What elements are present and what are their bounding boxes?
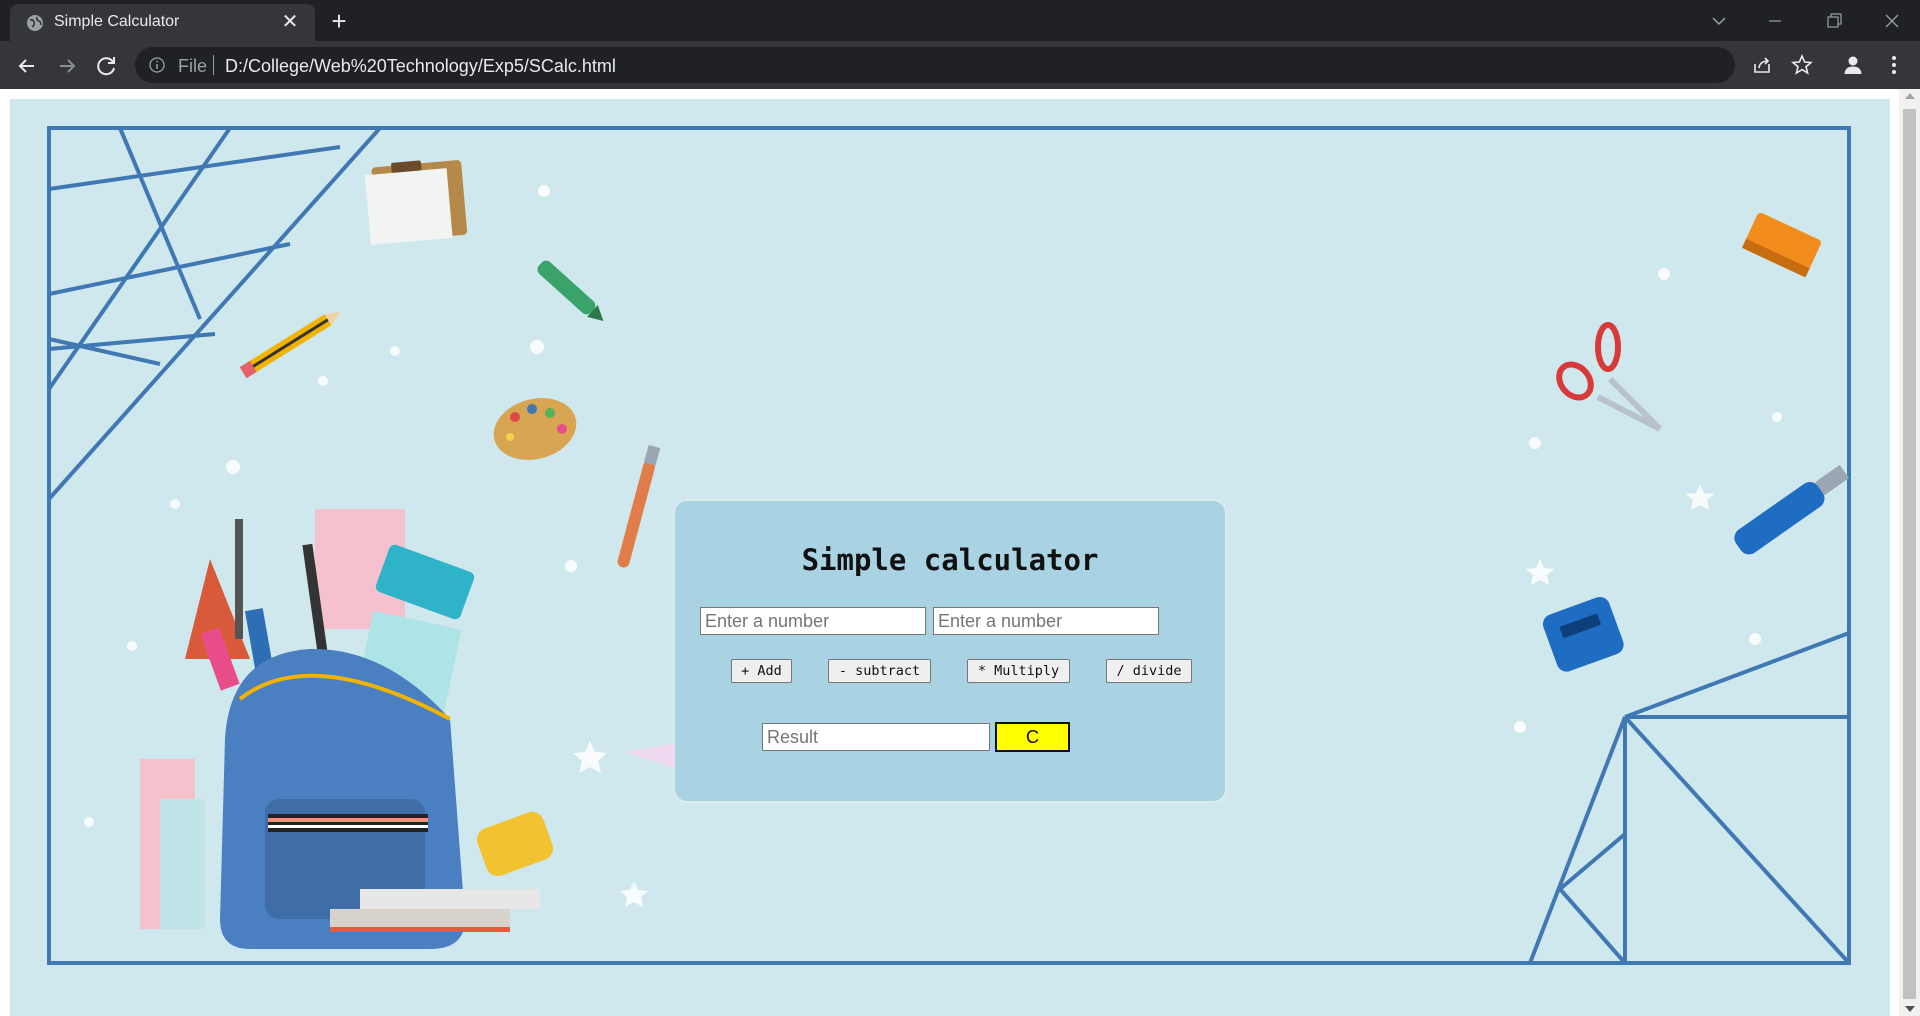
page-viewport: Simple calculator + Add - subtract * Mul…	[0, 89, 1920, 1016]
tab-title: Simple Calculator	[54, 13, 180, 30]
chevron-down-icon[interactable]	[1706, 8, 1732, 34]
marker-illustration	[537, 260, 604, 321]
restore-icon[interactable]	[1821, 8, 1847, 34]
address-bar[interactable]: File D:/College/Web%20Technology/Exp5/SC…	[135, 47, 1735, 83]
divide-button[interactable]: / divide	[1106, 659, 1192, 683]
sharpener-illustration	[1542, 596, 1624, 672]
calculator-card: Simple calculator + Add - subtract * Mul…	[675, 501, 1225, 801]
second-number-input[interactable]	[933, 607, 1159, 635]
browser-tab[interactable]: Simple Calculator ✕	[10, 4, 315, 41]
scrollbar-thumb[interactable]	[1903, 109, 1916, 999]
url-text[interactable]: D:/College/Web%20Technology/Exp5/SCalc.h…	[225, 56, 616, 77]
backpack-illustration	[140, 509, 554, 949]
kebab-menu-icon[interactable]	[1882, 53, 1906, 77]
profile-icon[interactable]	[1841, 53, 1865, 77]
subtract-button[interactable]: - subtract	[828, 659, 931, 683]
palette-illustration	[493, 398, 577, 460]
clipboard-illustration	[364, 160, 468, 245]
add-button[interactable]: + Add	[731, 659, 792, 683]
plus-icon[interactable]: +	[325, 8, 353, 36]
back-arrow-icon[interactable]	[12, 51, 42, 81]
url-separator	[213, 55, 214, 75]
brush-illustration	[617, 445, 661, 568]
first-number-input[interactable]	[700, 607, 926, 635]
info-icon[interactable]	[149, 57, 165, 73]
web-lines-bottom-right	[1528, 631, 1851, 965]
pencil-illustration	[239, 311, 341, 379]
scroll-up-arrow-icon[interactable]	[1905, 93, 1915, 99]
result-output[interactable]	[762, 723, 990, 751]
url-scheme-label: File	[178, 56, 208, 76]
forward-arrow-icon[interactable]	[52, 51, 82, 81]
vertical-scrollbar[interactable]	[1899, 89, 1920, 1016]
close-icon[interactable]: ✕	[278, 10, 302, 34]
page-background: Simple calculator + Add - subtract * Mul…	[10, 99, 1890, 1016]
window-close-icon[interactable]	[1879, 8, 1905, 34]
minimize-icon[interactable]	[1762, 8, 1788, 34]
globe-icon	[27, 15, 43, 31]
tab-bar: Simple Calculator ✕ +	[0, 0, 1920, 41]
calculator-title: Simple calculator	[801, 543, 1099, 577]
star-icon[interactable]	[1790, 53, 1814, 77]
clear-button[interactable]: C	[995, 722, 1070, 752]
browser-toolbar: File D:/College/Web%20Technology/Exp5/SC…	[0, 41, 1920, 89]
scroll-down-arrow-icon[interactable]	[1905, 1006, 1915, 1012]
eraser-illustration	[1741, 212, 1821, 278]
reload-icon[interactable]	[92, 51, 122, 81]
box-cutter-illustration	[1734, 464, 1849, 555]
multiply-button[interactable]: * Multiply	[967, 659, 1070, 683]
scissors-illustration	[1556, 322, 1663, 432]
share-icon[interactable]	[1750, 53, 1774, 77]
